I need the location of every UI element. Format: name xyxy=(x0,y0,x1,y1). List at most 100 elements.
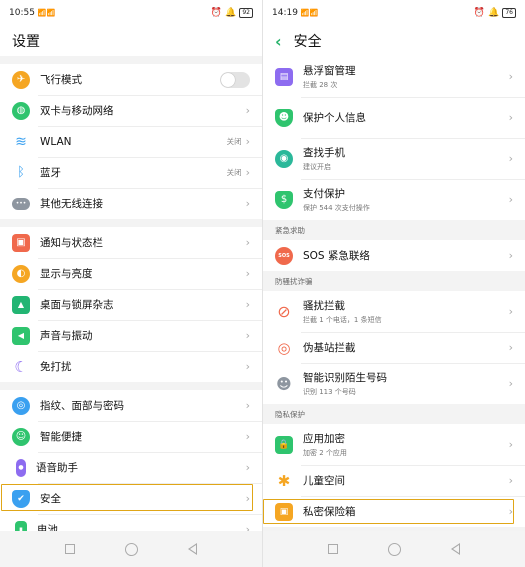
back-icon[interactable]: ‹ xyxy=(275,32,282,51)
home-icon[interactable] xyxy=(388,542,401,556)
security-main-group: ▤ 悬浮窗管理 拦截 28 次 › ☻ 保护个人信息 › ◉ 查找手机 建议开启… xyxy=(263,56,525,220)
settings-item-bluetooth[interactable]: ᛒ 蓝牙 关闭 › xyxy=(0,157,262,188)
security-item-sub: 加密 2 个应用 xyxy=(303,449,347,457)
section-header-privacy: 隐私保护 xyxy=(263,404,525,424)
status-bar: 10:55 📶📶 ⏰ 🔔 92 xyxy=(0,0,262,26)
security-item-sub: 建议开启 xyxy=(303,163,331,171)
settings-item-label: 双卡与移动网络 xyxy=(40,105,114,117)
security-item-floating-window[interactable]: ▤ 悬浮窗管理 拦截 28 次 › xyxy=(263,56,525,97)
chevron-right-icon: › xyxy=(508,305,513,318)
moon-icon: ☾ xyxy=(12,357,30,376)
settings-item-label: 智能便捷 xyxy=(40,431,82,443)
chevron-right-icon: › xyxy=(245,197,250,210)
settings-item-do-not-disturb[interactable]: ☾ 免打扰 › xyxy=(0,351,262,382)
chevron-right-icon: › xyxy=(508,438,513,451)
settings-item-other-connections[interactable]: ••• 其他无线连接 › xyxy=(0,188,262,219)
security-item-fake-base-station[interactable]: ◎ 伪基站拦截 › xyxy=(263,332,525,363)
settings-item-airplane-mode[interactable]: ✈ 飞行模式 xyxy=(0,64,262,95)
settings-item-label: 声音与振动 xyxy=(40,330,93,342)
settings-item-voice-assistant[interactable]: ● 语音助手 › xyxy=(0,452,262,483)
security-item-find-phone[interactable]: ◉ 查找手机 建议开启 › xyxy=(263,138,525,179)
security-item-kids-space[interactable]: ✱ 儿童空间 › xyxy=(263,465,525,496)
settings-item-wlan[interactable]: ≋ WLAN 关闭 › xyxy=(0,126,262,157)
chevron-right-icon: › xyxy=(245,166,250,179)
security-item-label: 智能识别陌生号码 xyxy=(303,372,387,384)
shield-icon: ✔ xyxy=(12,489,30,508)
security-item-app-lock[interactable]: 🔒 应用加密 加密 2 个应用 › xyxy=(263,424,525,465)
smart-assist-icon: ☺ xyxy=(12,427,30,446)
airplane-mode-toggle[interactable] xyxy=(220,71,250,88)
settings-item-sound[interactable]: ◀ 声音与振动 › xyxy=(0,320,262,351)
settings-screen: 10:55 📶📶 ⏰ 🔔 92 设置 ✈ 飞行模式 ◍ 双卡与移动网络 › ≋ … xyxy=(0,0,262,567)
chevron-right-icon: › xyxy=(245,360,250,373)
recent-apps-icon[interactable] xyxy=(328,544,338,554)
security-group: ◎ 指纹、面部与密码 › ☺ 智能便捷 › ● 语音助手 › ✔ 安全 › ▮ … xyxy=(0,390,262,545)
back-triangle-icon[interactable] xyxy=(451,543,460,555)
section-header-fraud: 防骚扰诈骗 xyxy=(263,271,525,291)
page-title: 安全 xyxy=(293,34,322,50)
alarm-icon: ⏰ xyxy=(210,8,223,18)
notification-status-icon: 🔔 xyxy=(225,8,237,18)
status-time: 14:19 xyxy=(272,8,298,18)
chevron-right-icon: › xyxy=(245,461,250,474)
settings-item-dual-sim[interactable]: ◍ 双卡与移动网络 › xyxy=(0,95,262,126)
security-item-caller-id[interactable]: ☻ 智能识别陌生号码 识别 113 个号码 › xyxy=(263,363,525,404)
settings-item-notifications[interactable]: ▣ 通知与状态栏 › xyxy=(0,227,262,258)
settings-item-label: 通知与状态栏 xyxy=(40,237,103,249)
settings-item-display[interactable]: ◐ 显示与亮度 › xyxy=(0,258,262,289)
chevron-right-icon: › xyxy=(245,430,250,443)
notification-icon: ▣ xyxy=(12,233,30,252)
security-screen: 14:19 📶📶 ⏰ 🔔 76 ‹ 安全 ▤ 悬浮窗管理 拦截 28 次 › ☻… xyxy=(263,0,525,567)
chevron-right-icon: › xyxy=(508,505,513,518)
wlan-status: 关闭 xyxy=(226,137,242,146)
page-header: ‹ 安全 xyxy=(263,26,525,56)
home-icon[interactable] xyxy=(125,542,138,556)
chevron-right-icon: › xyxy=(245,329,250,342)
wifi-icon: ≋ xyxy=(12,132,30,151)
back-triangle-icon[interactable] xyxy=(188,543,197,555)
recent-apps-icon[interactable] xyxy=(65,544,75,554)
wallpaper-icon: ▲ xyxy=(12,295,30,314)
security-item-sub: 保护 544 次支付操作 xyxy=(303,204,370,212)
sound-icon: ◀ xyxy=(12,326,30,345)
settings-item-label: 蓝牙 xyxy=(40,167,61,179)
security-item-sub: 拦截 1 个电话，1 条短信 xyxy=(303,316,382,324)
settings-item-smart-assist[interactable]: ☺ 智能便捷 › xyxy=(0,421,262,452)
status-bar: 14:19 📶📶 ⏰ 🔔 76 xyxy=(263,0,525,26)
security-item-private-safe[interactable]: ▣ 私密保险箱 › xyxy=(263,496,525,527)
security-item-privacy[interactable]: ☻ 保护个人信息 › xyxy=(263,97,525,138)
chevron-right-icon: › xyxy=(508,70,513,83)
settings-item-label: 飞行模式 xyxy=(40,74,82,86)
settings-item-wallpaper[interactable]: ▲ 桌面与锁屏杂志 › xyxy=(0,289,262,320)
floating-window-icon: ▤ xyxy=(275,67,293,86)
kids-space-icon: ✱ xyxy=(275,471,293,490)
battery-indicator: 92 xyxy=(239,8,253,18)
chevron-right-icon: › xyxy=(508,341,513,354)
security-item-label: 骚扰拦截 xyxy=(303,300,345,312)
display-group: ▣ 通知与状态栏 › ◐ 显示与亮度 › ▲ 桌面与锁屏杂志 › ◀ 声音与振动… xyxy=(0,227,262,382)
bluetooth-icon: ᛒ xyxy=(12,163,30,182)
privacy-group: 🔒 应用加密 加密 2 个应用 › ✱ 儿童空间 › ▣ 私密保险箱 › xyxy=(263,424,525,527)
settings-item-security[interactable]: ✔ 安全 › xyxy=(0,483,262,514)
bluetooth-status: 关闭 xyxy=(226,168,242,177)
security-item-label: 支付保护 xyxy=(303,188,345,200)
chevron-right-icon: › xyxy=(508,193,513,206)
security-item-label: 保护个人信息 xyxy=(303,112,366,124)
chevron-right-icon: › xyxy=(508,152,513,165)
settings-item-fingerprint[interactable]: ◎ 指纹、面部与密码 › xyxy=(0,390,262,421)
security-item-label: 私密保险箱 xyxy=(303,506,356,518)
security-item-label: 悬浮窗管理 xyxy=(303,65,356,77)
security-item-sub: 识别 113 个号码 xyxy=(303,388,356,396)
settings-item-label: 桌面与锁屏杂志 xyxy=(40,299,114,311)
security-item-sos[interactable]: SOS SOS 紧急联络 › xyxy=(263,240,525,271)
security-item-payment[interactable]: $ 支付保护 保护 544 次支付操作 › xyxy=(263,179,525,220)
settings-item-label: 指纹、面部与密码 xyxy=(40,400,124,412)
settings-item-label: WLAN xyxy=(40,135,72,148)
antenna-icon: ◎ xyxy=(275,338,293,357)
security-item-harassment-block[interactable]: ⊘ 骚扰拦截 拦截 1 个电话，1 条短信 › xyxy=(263,291,525,332)
sos-icon: SOS xyxy=(275,246,293,265)
signal-icon: 📶📶 xyxy=(300,9,319,17)
chevron-right-icon: › xyxy=(508,474,513,487)
settings-item-label: 安全 xyxy=(40,493,61,505)
payment-shield-icon: $ xyxy=(275,190,293,209)
